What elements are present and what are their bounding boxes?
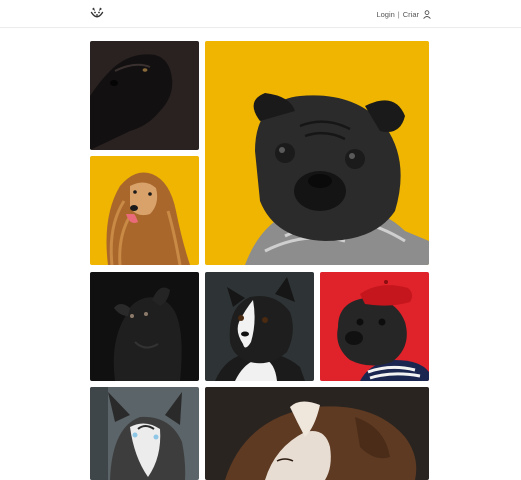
sleeping-puppy-image bbox=[205, 387, 429, 480]
login-link[interactable]: Login bbox=[376, 10, 394, 19]
nav-separator: | bbox=[397, 9, 400, 19]
photo-boston-terrier[interactable] bbox=[205, 272, 314, 381]
dog-face-icon[interactable] bbox=[90, 6, 104, 20]
photo-black-dog-portrait[interactable] bbox=[90, 41, 199, 150]
pug-beret-image bbox=[320, 272, 429, 381]
afghan-hound-image bbox=[90, 156, 199, 265]
black-dog-looking-up-image bbox=[90, 272, 199, 381]
photo-afghan-hound[interactable] bbox=[90, 156, 199, 265]
photo-pug-sweater[interactable] bbox=[205, 41, 429, 265]
husky-image bbox=[90, 387, 199, 480]
user-icon[interactable] bbox=[423, 9, 431, 19]
top-header: Login | Criar bbox=[0, 0, 521, 28]
boston-terrier-image bbox=[205, 272, 314, 381]
photo-sleeping-puppy[interactable] bbox=[205, 387, 429, 480]
photo-husky[interactable] bbox=[90, 387, 199, 480]
pug-sweater-image bbox=[205, 41, 429, 265]
photo-black-dog-looking-up[interactable] bbox=[90, 272, 199, 381]
signup-link[interactable]: Criar bbox=[403, 10, 419, 19]
black-dog-portrait-image bbox=[90, 41, 199, 150]
photo-pug-beret[interactable] bbox=[320, 272, 429, 381]
auth-nav: Login | Criar bbox=[376, 8, 431, 20]
